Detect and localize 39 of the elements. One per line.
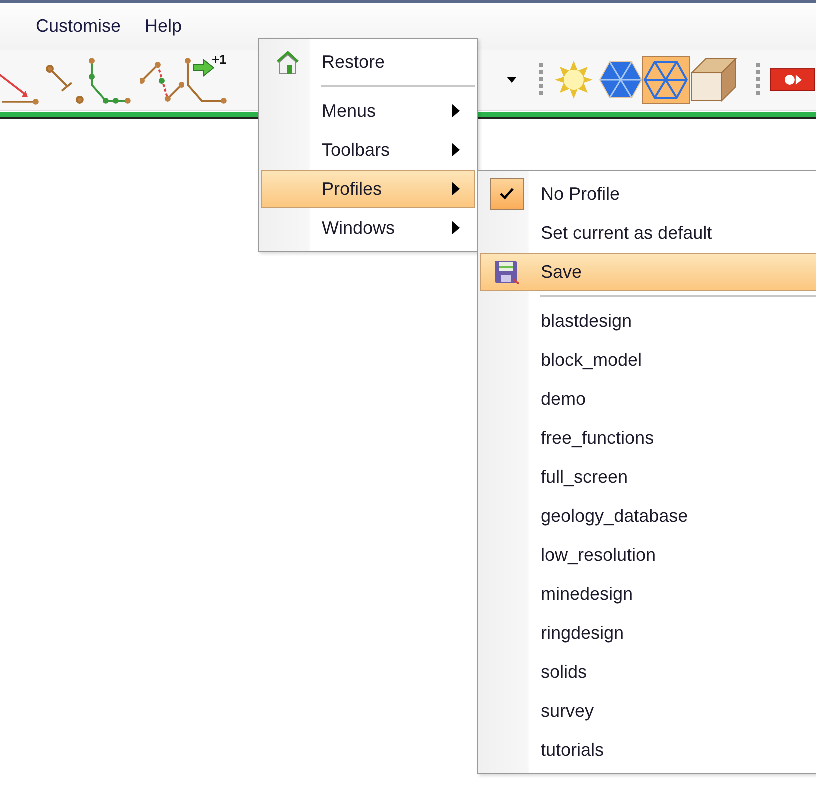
submenu-arrow-icon bbox=[452, 182, 460, 196]
menu-item[interactable]: block_model bbox=[480, 341, 816, 379]
menu-item[interactable]: geology_database bbox=[480, 497, 816, 535]
submenu-arrow-icon bbox=[452, 143, 460, 157]
menu-item[interactable]: low_resolution bbox=[480, 536, 816, 574]
hexagon-wireframe-icon[interactable] bbox=[642, 56, 690, 104]
menu-item[interactable]: demo bbox=[480, 380, 816, 418]
toolbar-grip[interactable] bbox=[756, 63, 760, 97]
menu-item[interactable]: tutorials bbox=[480, 731, 816, 769]
menu-item[interactable]: Profiles bbox=[261, 170, 475, 208]
checkmark-icon bbox=[500, 188, 514, 200]
submenu-arrow-icon bbox=[452, 104, 460, 118]
menu-item[interactable]: minedesign bbox=[480, 575, 816, 613]
menu-item[interactable]: Windows bbox=[261, 209, 475, 247]
menu-item[interactable]: free_functions bbox=[480, 419, 816, 457]
menu-item[interactable]: Save bbox=[480, 253, 816, 291]
filled-hexagon-icon[interactable] bbox=[598, 60, 642, 100]
menu-item[interactable]: No Profile bbox=[480, 175, 816, 213]
menu-title[interactable]: Help bbox=[135, 12, 192, 41]
menu-item[interactable]: survey bbox=[480, 692, 816, 730]
toolbar-grip[interactable] bbox=[538, 63, 543, 97]
menu-item[interactable]: full_screen bbox=[480, 458, 816, 496]
record-button-icon[interactable] bbox=[770, 68, 816, 92]
count-label: +1 bbox=[212, 52, 227, 67]
menu-item[interactable]: Restore bbox=[261, 43, 475, 81]
menu-item[interactable]: Set current as default bbox=[480, 214, 816, 252]
menu-title[interactable]: Customise bbox=[26, 12, 132, 41]
polyline-arrow-icon[interactable] bbox=[184, 55, 228, 105]
menu-item[interactable]: Menus bbox=[261, 92, 475, 130]
floppy-disk-icon bbox=[492, 258, 522, 286]
box-icon[interactable] bbox=[690, 57, 738, 103]
menu-item[interactable]: blastdesign bbox=[480, 302, 816, 340]
submenu-arrow-icon bbox=[452, 221, 460, 235]
menu-item[interactable]: ringdesign bbox=[480, 614, 816, 652]
menu-item[interactable]: Toolbars bbox=[261, 131, 475, 169]
menu-item[interactable]: solids bbox=[480, 653, 816, 691]
check-box[interactable] bbox=[490, 178, 524, 210]
node-polyline-icon[interactable] bbox=[88, 55, 132, 105]
dropdown-caret-icon[interactable] bbox=[506, 77, 517, 83]
